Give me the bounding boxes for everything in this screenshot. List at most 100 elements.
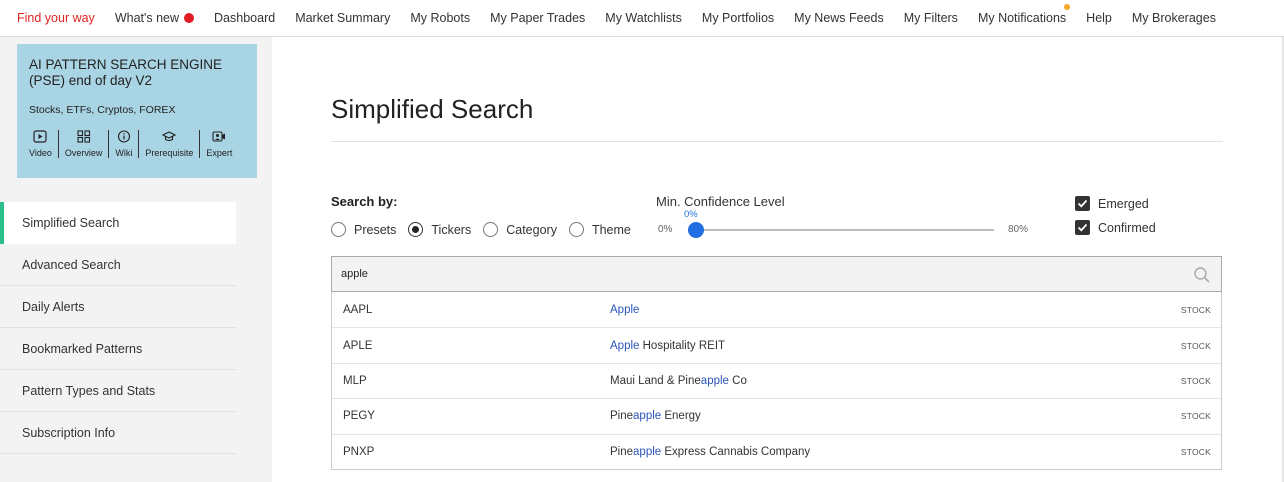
nav-my-watchlists[interactable]: My Watchlists <box>605 11 682 25</box>
result-name-highlight: apple <box>633 410 662 423</box>
radio-presets-label: Presets <box>354 222 397 237</box>
overview-grid-icon <box>77 130 90 143</box>
pse-link-prerequisite-label: Prerequisite <box>145 148 194 158</box>
checkmark-icon <box>1077 223 1088 232</box>
checkbox-emerged-box <box>1075 196 1090 211</box>
nav-my-paper-trades[interactable]: My Paper Trades <box>490 11 585 25</box>
result-name-highlight: apple <box>700 374 729 387</box>
pse-link-video-label: Video <box>29 148 52 158</box>
result-name-post: Express Cannabis Company <box>661 445 811 458</box>
nav-my-notifications[interactable]: My Notifications <box>977 4 1071 25</box>
table-row[interactable]: AAPL Apple STOCK <box>332 292 1221 327</box>
radio-category-circle <box>483 222 499 237</box>
title-divider <box>331 141 1223 142</box>
radio-category[interactable]: Category <box>483 222 557 237</box>
radio-theme[interactable]: Theme <box>568 222 631 237</box>
result-type: STOCK <box>1180 340 1211 351</box>
result-ticker: APLE <box>343 339 373 352</box>
pse-link-expert[interactable]: Expert <box>200 130 232 158</box>
sidebar-item-daily-alerts[interactable]: Daily Alerts <box>0 286 236 328</box>
table-row[interactable]: APLE Apple Hospitality REIT STOCK <box>332 327 1221 362</box>
result-name-highlight: apple <box>633 445 662 458</box>
main-content: Simplified Search Search by: Presets Tic… <box>272 37 1284 482</box>
new-indicator-dot-icon <box>184 13 195 23</box>
result-type: STOCK <box>1180 375 1211 386</box>
result-name-pre: Pine <box>610 445 634 458</box>
page-title: Simplified Search <box>331 94 534 124</box>
pse-info-card: AI PATTERN SEARCH ENGINE (PSE) end of da… <box>17 44 257 178</box>
search-by-label: Search by: <box>331 194 398 209</box>
sidebar-item-subscription-info[interactable]: Subscription Info <box>0 412 236 454</box>
sidebar: AI PATTERN SEARCH ENGINE (PSE) end of da… <box>0 37 272 482</box>
top-navigation: Find your way What's new Dashboard Marke… <box>0 0 1284 37</box>
radio-presets[interactable]: Presets <box>331 222 396 237</box>
search-input[interactable] <box>341 268 1141 280</box>
result-ticker: AAPL <box>343 303 373 316</box>
result-type: STOCK <box>1180 446 1211 457</box>
checkbox-emerged-label: Emerged <box>1098 196 1149 211</box>
nav-whats-new[interactable]: What's new <box>114 11 195 25</box>
table-row[interactable]: MLP Maui Land & Pineapple Co STOCK <box>332 362 1221 398</box>
notification-dot-icon <box>1064 4 1071 10</box>
table-row[interactable]: PNXP Pineapple Express Cannabis Company … <box>332 433 1221 469</box>
sidebar-item-pattern-types-and-stats[interactable]: Pattern Types and Stats <box>0 370 236 412</box>
result-type: STOCK <box>1180 411 1211 422</box>
expert-video-icon <box>212 131 226 142</box>
pse-link-wiki-label: Wiki <box>115 148 133 158</box>
confidence-slider-track[interactable]: 0% <box>684 209 994 238</box>
checkbox-confirmed-label: Confirmed <box>1098 220 1156 235</box>
result-ticker: PEGY <box>343 410 375 423</box>
confidence-min-label: 0% <box>658 224 673 235</box>
status-checkbox-group: Emerged Confirmed <box>1075 196 1156 244</box>
nav-market-summary[interactable]: Market Summary <box>295 11 390 25</box>
pse-link-prerequisite[interactable]: Prerequisite <box>139 130 201 158</box>
radio-theme-circle <box>568 222 584 237</box>
result-type: STOCK <box>1180 304 1211 315</box>
table-row[interactable]: PEGY Pineapple Energy STOCK <box>332 398 1221 433</box>
result-name: Maui Land & Pineapple Co <box>610 375 747 387</box>
nav-my-portfolios[interactable]: My Portfolios <box>702 11 774 25</box>
result-name: Apple Hospitality REIT <box>610 340 725 352</box>
confidence-value-label: 0% <box>684 209 698 220</box>
checkbox-confirmed[interactable]: Confirmed <box>1075 220 1156 235</box>
search-results-list: AAPL Apple STOCK APLE Apple Hospitality … <box>331 292 1222 470</box>
search-icon[interactable] <box>1193 266 1211 284</box>
nav-my-news-feeds[interactable]: My News Feeds <box>794 11 884 25</box>
confidence-slider-thumb[interactable] <box>688 222 704 238</box>
pse-link-video[interactable]: Video <box>29 130 59 158</box>
confidence-level-label: Min. Confidence Level <box>656 194 785 209</box>
pse-link-expert-label: Expert <box>206 148 233 158</box>
nav-my-brokerages[interactable]: My Brokerages <box>1132 11 1216 25</box>
nav-my-filters[interactable]: My Filters <box>904 11 958 25</box>
side-menu: Simplified Search Advanced Search Daily … <box>0 202 236 454</box>
video-icon <box>33 130 48 143</box>
graduation-cap-icon <box>162 131 177 142</box>
result-name-highlight: Apple <box>610 303 640 316</box>
nav-dashboard[interactable]: Dashboard <box>214 11 275 25</box>
sidebar-item-bookmarked-patterns[interactable]: Bookmarked Patterns <box>0 328 236 370</box>
nav-help[interactable]: Help <box>1086 11 1112 25</box>
nav-my-notifications-label: My Notifications <box>977 11 1067 25</box>
pse-link-overview[interactable]: Overview <box>59 130 110 158</box>
result-name-pre: Pine <box>610 410 634 423</box>
radio-theme-label: Theme <box>591 222 631 237</box>
nav-my-robots[interactable]: My Robots <box>410 11 470 25</box>
radio-tickers-circle <box>408 222 424 237</box>
result-name-highlight: Apple <box>610 339 640 352</box>
sidebar-item-advanced-search[interactable]: Advanced Search <box>0 244 236 286</box>
pse-card-links: Video Overview Wiki Prerequisite Expert <box>29 130 245 158</box>
nav-whats-new-label: What's new <box>114 11 180 25</box>
pse-card-subtitle: Stocks, ETFs, Cryptos, FOREX <box>29 104 176 116</box>
radio-presets-circle <box>331 222 346 237</box>
search-box <box>331 256 1222 292</box>
radio-category-label: Category <box>506 222 557 237</box>
sidebar-item-simplified-search[interactable]: Simplified Search <box>0 202 236 244</box>
nav-find-your-way[interactable]: Find your way <box>17 11 95 25</box>
radio-tickers[interactable]: Tickers <box>408 222 471 237</box>
result-name-post: Hospitality REIT <box>639 339 726 352</box>
checkbox-emerged[interactable]: Emerged <box>1075 196 1156 211</box>
info-icon <box>117 130 130 143</box>
pse-link-wiki[interactable]: Wiki <box>109 130 140 158</box>
result-name-post: Co <box>728 374 747 387</box>
result-name: Pineapple Express Cannabis Company <box>610 446 810 458</box>
